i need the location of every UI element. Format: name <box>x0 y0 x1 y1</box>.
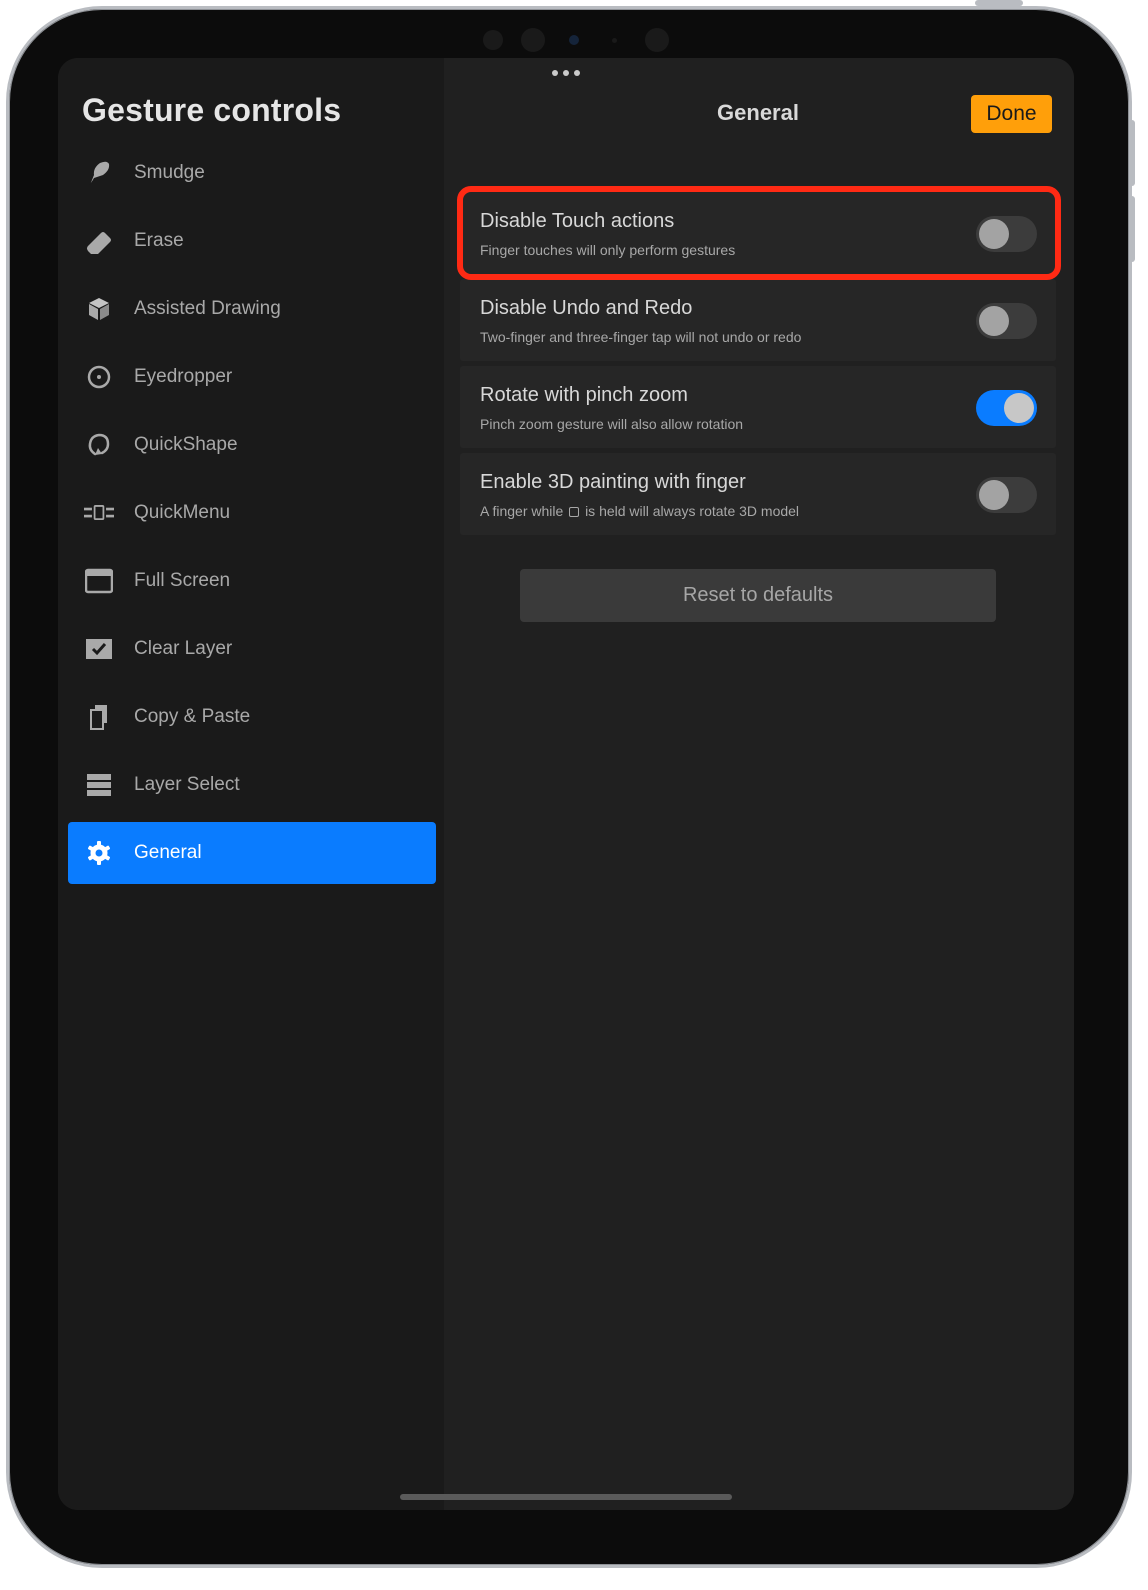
sidebar-item-label: Smudge <box>134 162 205 183</box>
sidebar-item-label: Copy & Paste <box>134 706 251 727</box>
setting-title: Enable 3D painting with finger <box>480 471 746 493</box>
sidebar-item-quickshape[interactable]: QuickShape <box>68 414 436 476</box>
copy-icon <box>84 702 114 732</box>
sidebar-item-clear-layer[interactable]: Clear Layer <box>68 618 436 680</box>
sidebar-item-eyedropper[interactable]: Eyedropper <box>68 346 436 408</box>
home-indicator[interactable] <box>400 1494 732 1500</box>
setting-subtitle-start: A finger while <box>480 503 564 519</box>
sensor-dot <box>612 38 617 43</box>
sidebar-nav: Smudge Erase Assisted Drawing Eyedropper <box>68 142 436 890</box>
settings-panel: General Done Disable Touch actions Finge… <box>444 58 1074 1510</box>
setting-subtitle-end: is held will always rotate 3D model <box>585 503 800 519</box>
more-options-icon[interactable] <box>552 68 580 78</box>
smudge-icon <box>84 158 114 188</box>
sidebar-item-layer-select[interactable]: Layer Select <box>68 754 436 816</box>
setting-row-rotate-pinch-zoom[interactable]: Rotate with pinch zoom Pinch zoom gestur… <box>460 366 1056 448</box>
front-camera <box>569 35 579 45</box>
sidebar-item-assisted-drawing[interactable]: Assisted Drawing <box>68 278 436 340</box>
setting-subtitle: Two-finger and three-finger tap will not… <box>480 329 802 345</box>
sidebar-item-label: QuickShape <box>134 434 238 455</box>
sidebar-item-label: Full Screen <box>134 570 231 591</box>
quickmenu-icon <box>84 498 114 528</box>
sidebar-item-copy-paste[interactable]: Copy & Paste <box>68 686 436 748</box>
sidebar-item-smudge[interactable]: Smudge <box>68 142 436 204</box>
gear-icon <box>84 838 114 868</box>
checkbox-icon <box>84 634 114 664</box>
3d-painting-finger-toggle[interactable] <box>976 477 1037 513</box>
sidebar-item-full-screen[interactable]: Full Screen <box>68 550 436 612</box>
highlight-annotation-box <box>457 186 1061 280</box>
sidebar-title: Gesture controls <box>82 92 342 128</box>
reset-to-defaults-button[interactable]: Reset to defaults <box>520 569 996 622</box>
eyedropper-icon <box>84 362 114 392</box>
sidebar-item-label: Erase <box>134 230 184 251</box>
setting-row-disable-undo-redo[interactable]: Disable Undo and Redo Two-finger and thr… <box>460 279 1056 361</box>
sidebar-item-label: QuickMenu <box>134 502 231 523</box>
done-button[interactable]: Done <box>971 95 1052 133</box>
sidebar-item-erase[interactable]: Erase <box>68 210 436 272</box>
cube-icon <box>84 294 114 324</box>
disable-undo-redo-toggle[interactable] <box>976 303 1037 339</box>
sensor-dot <box>521 28 545 52</box>
setting-title: Rotate with pinch zoom <box>480 384 688 406</box>
sidebar-item-label: Assisted Drawing <box>134 298 281 319</box>
setting-title: Disable Undo and Redo <box>480 297 693 319</box>
setting-row-3d-painting-finger[interactable]: Enable 3D painting with finger A finger … <box>460 453 1056 535</box>
sensor-dot <box>645 28 669 52</box>
rotate-pinch-zoom-toggle[interactable] <box>976 390 1037 426</box>
sidebar-item-label: Eyedropper <box>134 366 233 387</box>
layers-icon <box>84 770 114 800</box>
setting-subtitle: Pinch zoom gesture will also allow rotat… <box>480 416 744 432</box>
screen: Gesture controls Smudge Erase Assisted D… <box>58 58 1074 1510</box>
sensor-dot <box>483 30 503 50</box>
setting-subtitle: A finger while is held will always rotat… <box>480 503 799 519</box>
sidebar-item-quickmenu[interactable]: QuickMenu <box>68 482 436 544</box>
modifier-square-icon <box>569 507 580 517</box>
sidebar-item-label: General <box>134 842 202 863</box>
sidebar-item-general[interactable]: General <box>68 822 436 884</box>
sidebar: Gesture controls Smudge Erase Assisted D… <box>58 58 444 1510</box>
quickshape-icon <box>84 430 114 460</box>
fullscreen-icon <box>84 566 114 596</box>
sidebar-item-label: Layer Select <box>134 774 240 795</box>
eraser-icon <box>84 226 114 256</box>
sidebar-item-label: Clear Layer <box>134 638 233 659</box>
